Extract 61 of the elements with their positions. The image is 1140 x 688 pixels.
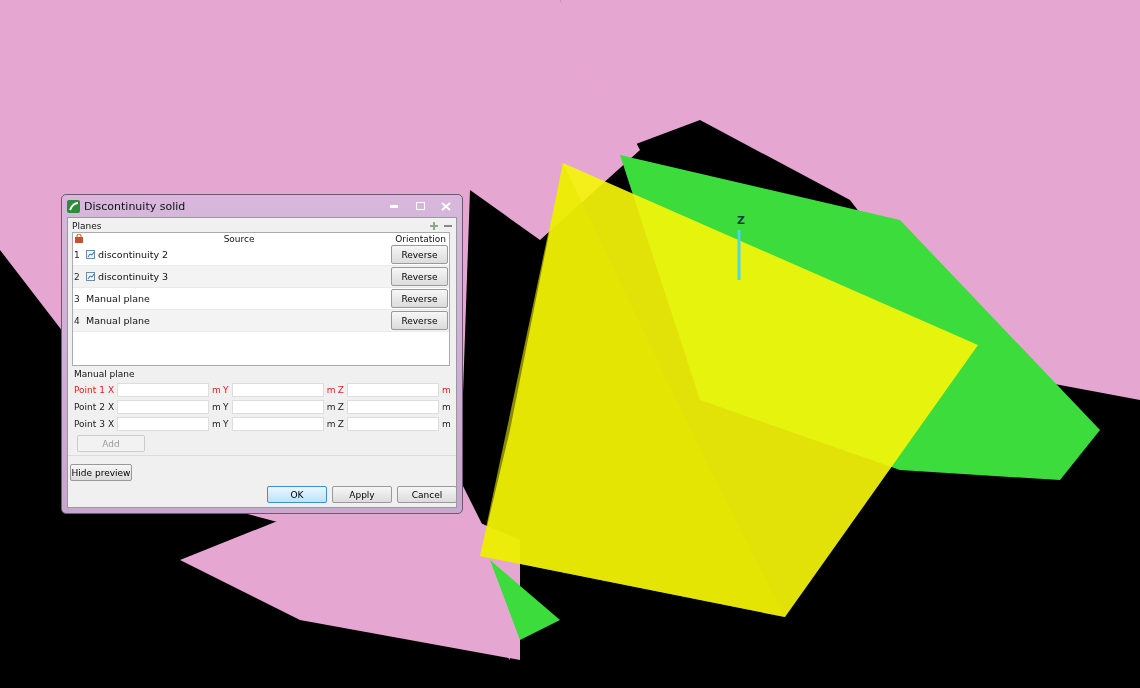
coordinate-field[interactable]: [347, 383, 439, 397]
dialog-button[interactable]: Cancel: [397, 486, 457, 503]
source-name: discontinuity 3: [98, 271, 169, 282]
coordinate-field[interactable]: [347, 417, 439, 431]
unit-label: m: [212, 419, 221, 429]
axis-label: X: [107, 419, 115, 429]
point-label: Point 2: [74, 402, 105, 412]
window-title: Discontinuity solid: [84, 199, 187, 213]
row-number: 3: [73, 293, 81, 304]
reverse-button[interactable]: Reverse: [391, 245, 448, 264]
reverse-button[interactable]: Reverse: [391, 267, 448, 286]
unit-label: m: [442, 402, 450, 412]
remove-icon[interactable]: [444, 224, 452, 228]
axis-label: X: [107, 385, 115, 395]
unit-label: m: [442, 385, 450, 395]
source-name: Manual plane: [86, 293, 150, 304]
coordinate-field[interactable]: [117, 400, 210, 414]
hide-preview-button[interactable]: Hide preview: [70, 464, 132, 481]
coordinate-field[interactable]: [117, 417, 210, 431]
coordinate-field[interactable]: [347, 400, 439, 414]
close-button[interactable]: [441, 201, 451, 211]
coordinate-field[interactable]: [117, 383, 210, 397]
column-header: Source: [222, 233, 256, 244]
axis-label: Z: [737, 214, 745, 227]
dialog-button[interactable]: Apply: [332, 486, 392, 503]
reverse-button[interactable]: Reverse: [391, 289, 448, 308]
point-label: Point 1: [74, 385, 105, 395]
coordinate-field[interactable]: [231, 383, 324, 397]
column-header: Orientation: [395, 233, 446, 244]
source-name: discontinuity 2: [98, 249, 169, 260]
row-number: 2: [73, 271, 81, 282]
minimize-button[interactable]: [390, 204, 398, 208]
unit-label: m: [326, 402, 335, 412]
group-title: Manual plane: [74, 369, 136, 379]
axis-label: Z: [337, 419, 344, 429]
app-logo-icon: [67, 199, 80, 213]
add-icon[interactable]: [430, 222, 438, 230]
axis-label: Y: [223, 402, 229, 412]
coordinate-field[interactable]: [231, 400, 324, 414]
unit-label: m: [212, 385, 221, 395]
dialog-button[interactable]: OK: [267, 486, 327, 503]
axis-label: X: [107, 402, 115, 412]
section-title: Planes: [72, 221, 103, 231]
axis-label: Y: [223, 385, 229, 395]
reverse-button[interactable]: Reverse: [391, 311, 448, 330]
source-name: Manual plane: [86, 315, 150, 326]
axis-label: Z: [337, 385, 344, 395]
maximize-button[interactable]: [415, 202, 425, 210]
coordinate-field[interactable]: [231, 417, 324, 431]
chart-icon: [86, 272, 95, 281]
chart-icon: [86, 250, 95, 259]
unit-label: m: [442, 419, 450, 429]
unit-label: m: [326, 419, 335, 429]
unit-label: m: [326, 385, 335, 395]
row-number: 4: [73, 315, 81, 326]
point-label: Point 3: [74, 419, 105, 429]
lock-icon: [75, 234, 83, 243]
axis-label: Y: [223, 419, 229, 429]
row-number: 1: [73, 249, 81, 260]
axis-label: Z: [337, 402, 344, 412]
unit-label: m: [212, 402, 221, 412]
